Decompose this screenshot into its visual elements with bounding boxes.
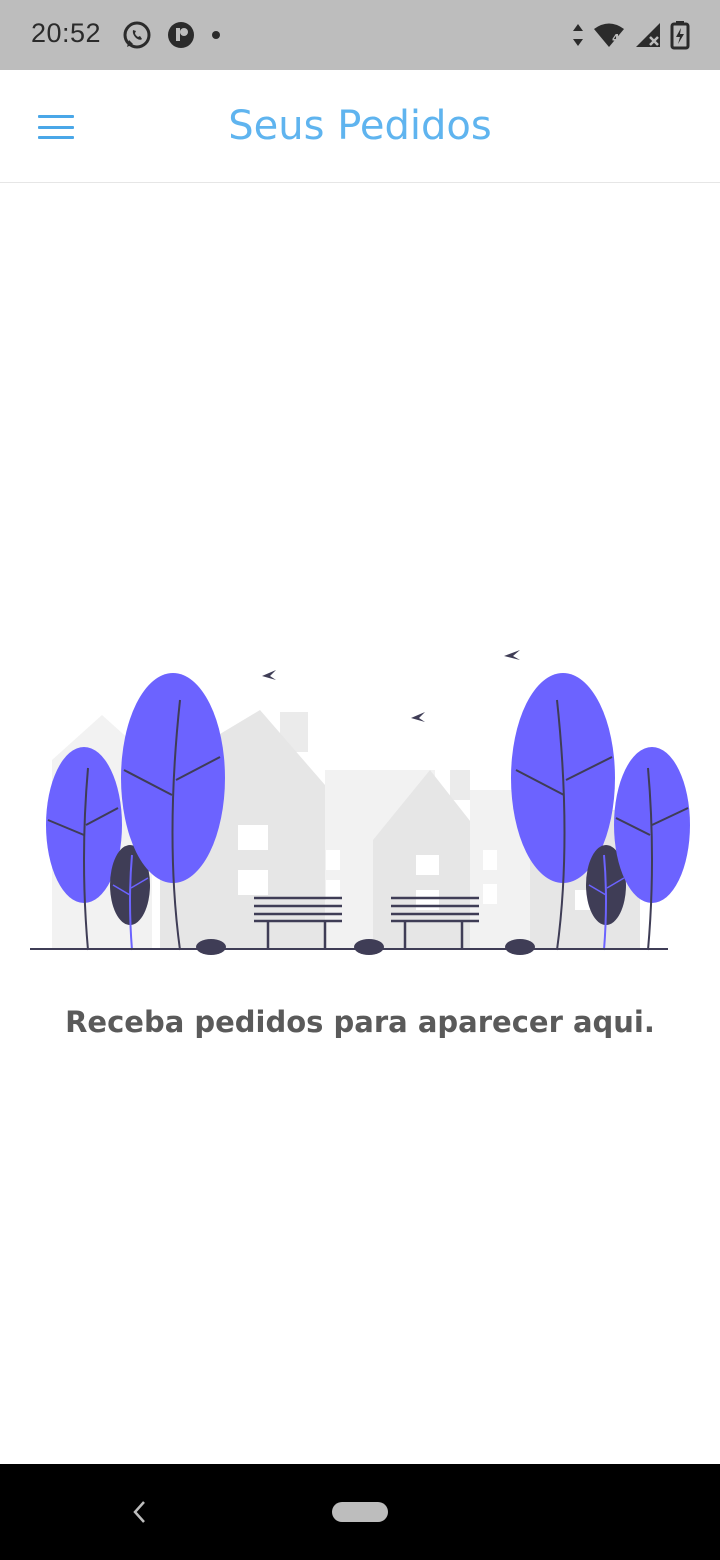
back-button[interactable] [120, 1490, 160, 1534]
data-arrows-icon [572, 20, 584, 55]
city-park-illustration [0, 640, 720, 960]
app-bar: Seus Pedidos [0, 70, 720, 183]
wifi-icon: 4 [592, 20, 626, 55]
back-chevron-icon [133, 1501, 145, 1523]
app-notification-icon [166, 20, 196, 55]
home-pill-icon[interactable] [332, 1502, 388, 1522]
battery-icon [670, 20, 690, 55]
birds [262, 650, 520, 722]
wifi-badge: 4 [612, 32, 620, 45]
whatsapp-icon [122, 20, 152, 55]
empty-state-message: Receba pedidos para aparecer aqui. [65, 1005, 655, 1039]
dot-icon [210, 20, 222, 55]
system-nav-bar [0, 1464, 720, 1560]
status-icons-left [122, 20, 222, 55]
status-time: 20:52 [31, 18, 102, 48]
status-icons-right: 4 [572, 20, 690, 55]
page-title: Seus Pedidos [228, 103, 492, 149]
status-bar: 20:52 4 [0, 0, 720, 70]
signal-icon [634, 20, 662, 55]
